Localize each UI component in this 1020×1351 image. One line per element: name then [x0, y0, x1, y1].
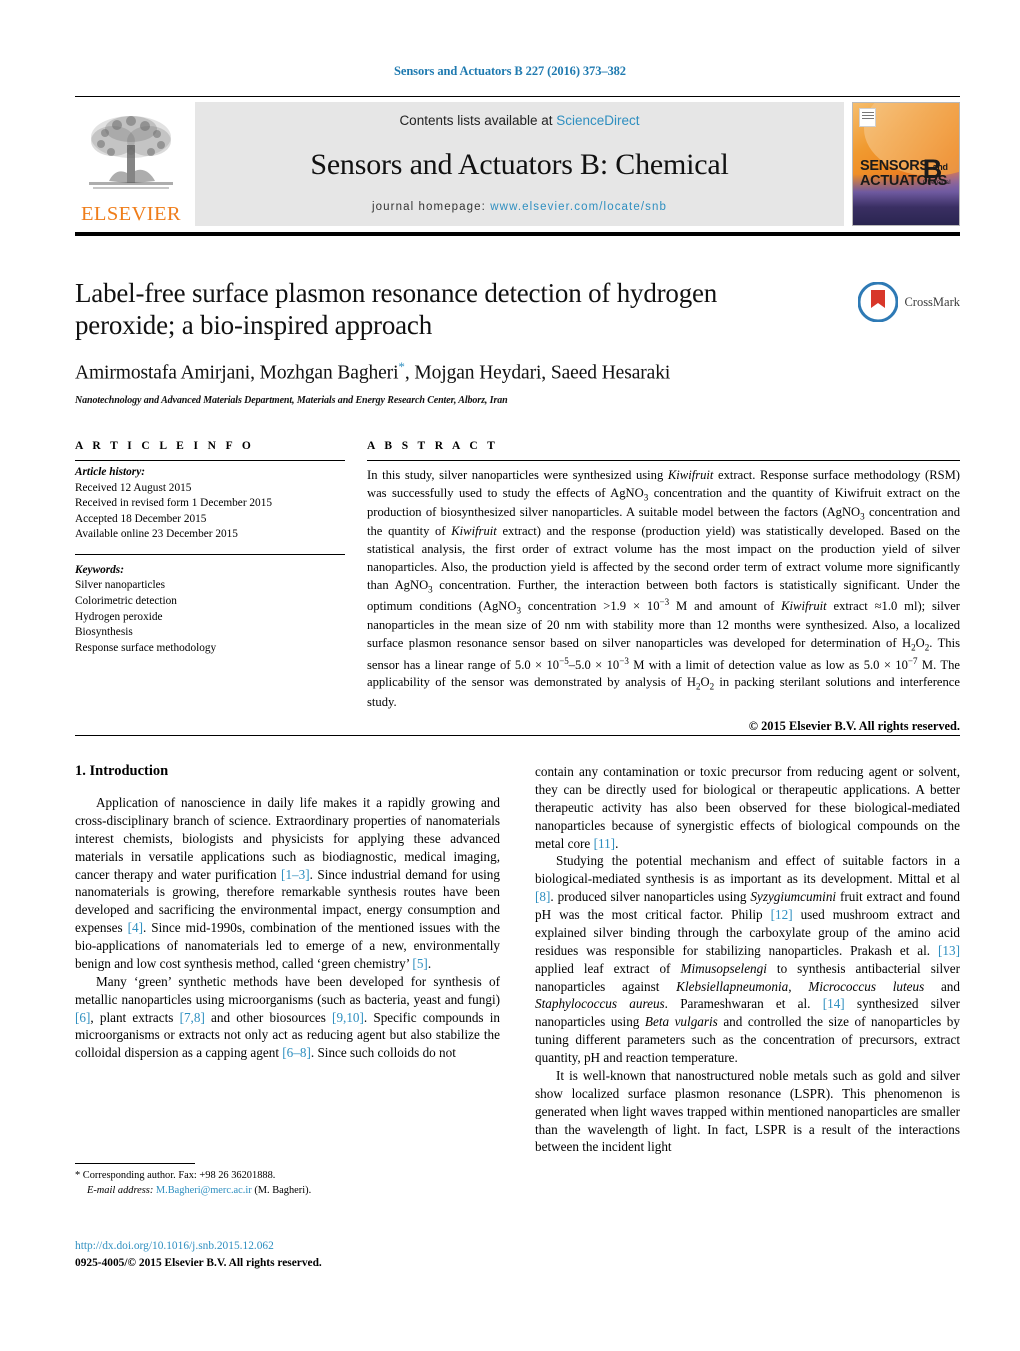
- citation-link[interactable]: [1–3]: [281, 867, 310, 882]
- email-link[interactable]: M.Bagheri@merc.ac.ir: [156, 1185, 252, 1196]
- cover-letter-subtitle: Chemical: [922, 179, 951, 186]
- doi-link[interactable]: http://dx.doi.org/10.1016/j.snb.2015.12.…: [75, 1238, 555, 1255]
- journal-homepage-line: journal homepage: www.elsevier.com/locat…: [372, 201, 667, 213]
- cover-line1: SENSORS: [860, 158, 929, 175]
- email-note: E-mail address: M.Bagheri@merc.ac.ir (M.…: [75, 1184, 500, 1199]
- journal-cover-thumbnail[interactable]: SENSORS and ACTUATORS B Chemical: [852, 102, 960, 226]
- abstract-heading: A B S T R A C T: [367, 440, 499, 452]
- body-paragraph: Studying the potential mechanism and eff…: [535, 853, 961, 1065]
- author-affiliation: Nanotechnology and Advanced Materials De…: [75, 394, 508, 406]
- journal-masthead: ELSEVIER Contents lists available at Sci…: [75, 96, 960, 226]
- contents-lists-line: Contents lists available at ScienceDirec…: [399, 113, 639, 128]
- cover-elsevier-mark-icon: [859, 108, 876, 127]
- article-history-label: Article history:: [75, 466, 145, 478]
- title-block: Label-free surface plasmon resonance det…: [75, 278, 960, 406]
- footnote-rule: [75, 1163, 195, 1164]
- doi-block: http://dx.doi.org/10.1016/j.snb.2015.12.…: [75, 1238, 555, 1272]
- elsevier-tree-icon: [89, 115, 173, 189]
- journal-title: Sensors and Actuators B: Chemical: [310, 147, 729, 181]
- keyword-item: Colorimetric detection: [75, 595, 177, 608]
- citation-link[interactable]: [8]: [535, 889, 550, 904]
- citation-link[interactable]: [14]: [823, 996, 845, 1011]
- keyword-item: Hydrogen peroxide: [75, 610, 163, 623]
- history-item: Received in revised form 1 December 2015: [75, 497, 272, 510]
- footnote-block: * Corresponding author. Fax: +98 26 3620…: [75, 1163, 500, 1199]
- citation-link[interactable]: [4]: [128, 920, 143, 935]
- body-paragraph: It is well-known that nanostructured nob…: [535, 1067, 960, 1155]
- contents-prefix: Contents lists available at: [399, 113, 557, 128]
- keyword-item: Biosynthesis: [75, 626, 133, 639]
- article-info-heading: A R T I C L E I N F O: [75, 440, 255, 452]
- citation-link[interactable]: [13]: [938, 943, 960, 958]
- section-heading-introduction: 1. Introduction: [75, 763, 169, 779]
- page-title: Label-free surface plasmon resonance det…: [75, 278, 718, 340]
- citation-link[interactable]: [5]: [412, 956, 427, 971]
- journal-band: Contents lists available at ScienceDirec…: [195, 102, 844, 226]
- history-item: Accepted 18 December 2015: [75, 512, 207, 525]
- body-paragraph: Application of nanoscience in daily life…: [75, 795, 501, 971]
- body-column-left: 1. Introduction Application of nanoscien…: [75, 763, 500, 1156]
- corresponding-author-note: * Corresponding author. Fax: +98 26 3620…: [75, 1170, 276, 1181]
- citation-link[interactable]: [12]: [771, 907, 793, 922]
- elsevier-logo: ELSEVIER: [75, 102, 187, 226]
- citation-link[interactable]: [6–8]: [282, 1045, 311, 1060]
- email-label: E-mail address:: [87, 1184, 154, 1196]
- crossmark-label: CrossMark: [904, 294, 960, 309]
- article-history-block: Article history: Received 12 August 2015…: [75, 461, 345, 543]
- elsevier-wordmark: ELSEVIER: [81, 202, 181, 225]
- crossmark-icon: [858, 282, 899, 322]
- abstract-bottom-rule: [75, 735, 960, 736]
- body-paragraph: Many ‘green’ synthetic methods have been…: [75, 973, 500, 1061]
- abstract-text: In this study, silver nanoparticles were…: [367, 468, 961, 709]
- history-item: Available online 23 December 2015: [75, 528, 238, 541]
- keywords-block: Keywords: Silver nanoparticles Colorimet…: [75, 553, 345, 656]
- citation-link[interactable]: [9,10]: [332, 1010, 364, 1025]
- journal-homepage-link[interactable]: www.elsevier.com/locate/snb: [490, 201, 667, 213]
- body-column-right: contain any contamination or toxic precu…: [535, 763, 960, 1156]
- issn-copyright: 0925-4005/© 2015 Elsevier B.V. All right…: [75, 1257, 322, 1270]
- history-item: Received 12 August 2015: [75, 481, 192, 494]
- citation-link[interactable]: [6]: [75, 1010, 90, 1025]
- citation-link[interactable]: [11]: [594, 836, 615, 851]
- paper-page: Sensors and Actuators B 227 (2016) 373–3…: [0, 0, 1020, 1351]
- sciencedirect-link[interactable]: ScienceDirect: [556, 113, 639, 128]
- body-paragraph: contain any contamination or toxic precu…: [535, 764, 960, 851]
- crossmark-badge[interactable]: CrossMark: [858, 282, 960, 322]
- keywords-label: Keywords:: [75, 563, 124, 576]
- info-abstract-section: A R T I C L E I N F O Article history: R…: [75, 440, 960, 734]
- cover-series-letter: B Chemical: [922, 155, 951, 186]
- authors-part-2: , Mojgan Heydari, Saeed Hesaraki: [404, 362, 671, 384]
- running-head: Sensors and Actuators B 227 (2016) 373–3…: [394, 64, 626, 78]
- homepage-prefix: journal homepage:: [372, 201, 491, 213]
- citation-link[interactable]: [7,8]: [180, 1010, 205, 1025]
- authors-part-1: Amirmostafa Amirjani, Mozhgan Bagheri: [75, 362, 399, 384]
- abstract-copyright: © 2015 Elsevier B.V. All rights reserved…: [748, 718, 960, 733]
- keyword-item: Response surface methodology: [75, 641, 217, 654]
- keyword-item: Silver nanoparticles: [75, 579, 166, 592]
- masthead-bottom-rule: [75, 232, 960, 236]
- author-list: Amirmostafa Amirjani, Mozhgan Bagheri*, …: [75, 359, 960, 385]
- email-owner: (M. Bagheri).: [254, 1184, 312, 1196]
- article-body: 1. Introduction Application of nanoscien…: [75, 763, 960, 1156]
